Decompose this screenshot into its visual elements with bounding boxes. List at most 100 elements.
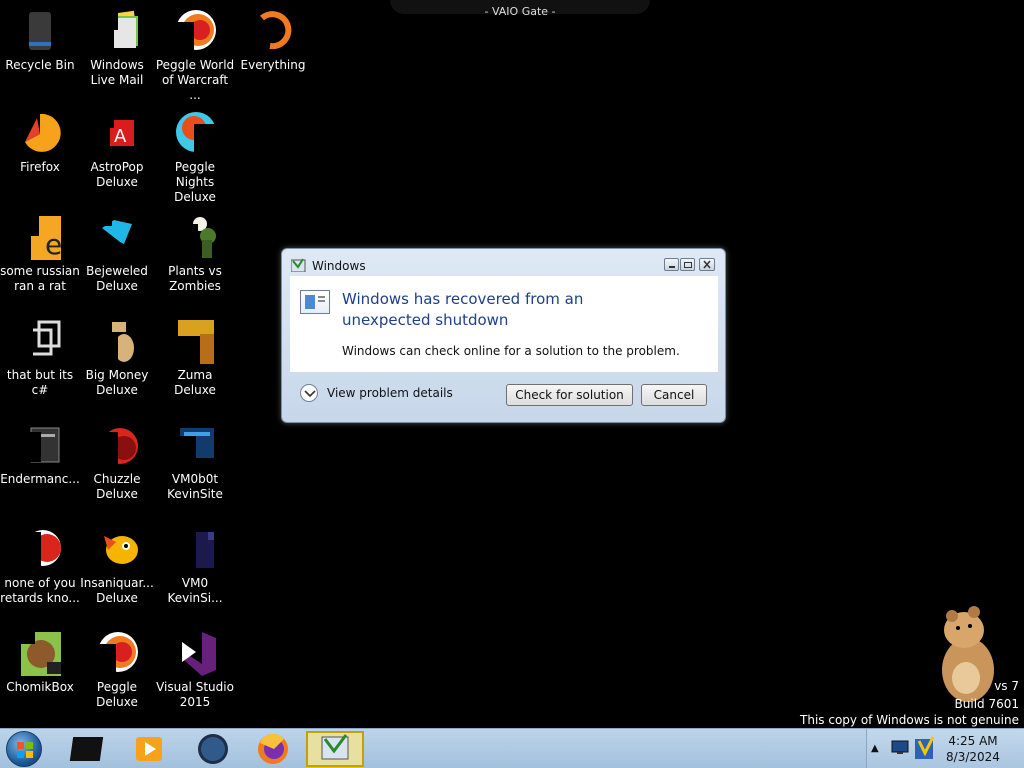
dialog-heading: Windows has recovered from an unexpected… — [342, 290, 584, 329]
view-details-link[interactable]: View problem details — [327, 386, 453, 400]
desktop-icon-label: Bejeweled Deluxe — [86, 264, 148, 293]
desktop-icon-red-app[interactable]: none of you retards kno... — [0, 526, 80, 606]
chomikbox-icon — [17, 630, 63, 676]
bejeweled-icon — [94, 214, 140, 260]
desktop-icon-peggle-nights[interactable]: Peggle Nights Deluxe — [155, 110, 235, 205]
desktop-icon-chomikbox[interactable]: ChomikBox — [0, 630, 80, 695]
windows-error-icon — [290, 257, 307, 273]
cancel-button[interactable]: Cancel — [641, 384, 707, 406]
desktop-icon-label: Endermanc... — [0, 472, 80, 486]
desktop-icon-label: VM0 KevinSi... — [167, 576, 223, 605]
desktop-icon-copy-files[interactable]: that but its c# — [0, 318, 80, 398]
window-title: - VAIO Gate - — [484, 5, 556, 18]
desktop-icon-label: none of you retards kno... — [0, 576, 80, 605]
start-button[interactable] — [6, 731, 42, 767]
vm0b0t-icon — [172, 422, 218, 468]
watermark-genuine-notice: This copy of Windows is not genuine — [800, 713, 1019, 727]
visual-studio-icon — [172, 630, 218, 676]
desktop-icon-label: Visual Studio 2015 — [156, 680, 234, 709]
window-title-bar: - VAIO Gate - — [390, 0, 650, 18]
desktop-icon-bejeweled[interactable]: Bejeweled Deluxe — [77, 214, 157, 294]
watermark-version: vs 7 — [994, 679, 1019, 693]
zuma-icon — [172, 318, 218, 364]
windows-live-mail-icon — [94, 8, 140, 54]
desktop-icon-russian-app[interactable]: e some russian ran a rat — [0, 214, 80, 294]
desktop-icon-label: Peggle Deluxe — [96, 680, 138, 709]
peggle-nights-icon — [172, 110, 218, 156]
desktop-icon-vm0b0t[interactable]: VM0b0t KevinSite — [155, 422, 235, 502]
recovery-dialog: Windows Windows has recovered from an un… — [281, 248, 726, 423]
desktop-icon-label: Big Money Deluxe — [85, 368, 149, 397]
desktop-icon-insaniquarium[interactable]: Insaniquar... Deluxe — [77, 526, 157, 606]
watermark-build: Build 7601 — [954, 697, 1019, 711]
svg-text:A: A — [114, 126, 127, 147]
desktop-icon-firefox[interactable]: Firefox — [0, 110, 80, 175]
desktop-icon-everything[interactable]: Everything — [233, 8, 313, 73]
chuzzle-icon — [94, 422, 140, 468]
copy-files-icon — [17, 318, 63, 364]
endermanch-icon — [17, 422, 63, 468]
close-button[interactable] — [699, 258, 715, 271]
check-for-solution-button[interactable]: Check for solution — [506, 384, 633, 406]
desktop-icon-peggle-wow[interactable]: Peggle World of Warcraft ... — [155, 8, 235, 103]
taskbar-app-1[interactable] — [60, 731, 118, 767]
dialog-content: Windows has recovered from an unexpected… — [290, 276, 718, 372]
desktop-icon-big-money[interactable]: Big Money Deluxe — [77, 318, 157, 398]
desktop-icon-label: Everything — [240, 58, 306, 72]
minimize-button[interactable] — [664, 258, 679, 271]
chevron-down-icon[interactable] — [300, 384, 318, 402]
chevron-up-icon[interactable]: ▲ — [871, 743, 879, 754]
desktop-icon-label: VM0b0t KevinSite — [167, 472, 223, 501]
desktop-icon-astropop[interactable]: A AstroPop Deluxe — [77, 110, 157, 190]
desktop-icon-chuzzle[interactable]: Chuzzle Deluxe — [77, 422, 157, 502]
dialog-footer: View problem details Check for solution … — [290, 373, 718, 417]
desktop-icon-plants-vs-zombies[interactable]: Plants vs Zombies — [155, 214, 235, 294]
desktop-icon-peggle-deluxe[interactable]: Peggle Deluxe — [77, 630, 157, 710]
peggle-deluxe-icon — [94, 630, 140, 676]
peggle-wow-icon — [172, 8, 218, 54]
desktop-icon-windows-live-mail[interactable]: Windows Live Mail — [77, 8, 157, 88]
desktop-icon-zuma[interactable]: Zuma Deluxe — [155, 318, 235, 398]
desktop-icon-label: AstroPop Deluxe — [90, 160, 144, 189]
desktop-icon-endermanch[interactable]: Endermanc... — [0, 422, 80, 487]
everything-icon — [250, 8, 296, 54]
astropop-icon: A — [94, 110, 140, 156]
dialog-titlebar[interactable]: Windows — [282, 249, 725, 275]
plants-vs-zombies-icon — [172, 214, 218, 260]
russian-app-icon: e — [17, 214, 63, 261]
desktop-icon-visual-studio[interactable]: Visual Studio 2015 — [155, 630, 235, 710]
vm0-icon — [172, 526, 218, 572]
desktop-icon-label: Plants vs Zombies — [168, 264, 222, 293]
taskbar-media-player[interactable] — [120, 731, 178, 767]
taskbar-globe-app[interactable] — [184, 731, 242, 767]
red-app-icon — [17, 526, 63, 572]
desktop-icon-label: Recycle Bin — [5, 58, 75, 72]
taskbar-firefox[interactable] — [244, 731, 302, 767]
clock-time: 4:25 AM — [948, 734, 998, 748]
taskbar-clock[interactable]: 4:25 AM 8/3/2024 — [940, 733, 1006, 765]
desktop-icon-label: Peggle Nights Deluxe — [174, 160, 216, 204]
system-report-icon — [300, 290, 330, 314]
big-money-icon — [94, 318, 140, 364]
dialog-message: Windows can check online for a solution … — [342, 344, 680, 358]
desktop-icon-vm0[interactable]: VM0 KevinSi... — [155, 526, 235, 606]
firefox-icon — [17, 110, 63, 156]
desktop-icon-label: Zuma Deluxe — [174, 368, 216, 397]
desktop-icon-label: Windows Live Mail — [90, 58, 144, 87]
network-icon[interactable] — [891, 739, 909, 755]
desktop-icon-label: Firefox — [20, 160, 60, 174]
maximize-button[interactable] — [680, 258, 695, 271]
desktop-icon-label: ChomikBox — [6, 680, 74, 694]
insaniquarium-icon — [94, 526, 140, 572]
taskbar: ▲ 4:25 AM 8/3/2024 — [0, 728, 1024, 768]
svg-text:e: e — [45, 228, 62, 260]
dialog-title: Windows — [312, 259, 366, 273]
taskbar-error-reporting[interactable] — [306, 731, 364, 767]
action-center-icon[interactable] — [913, 733, 937, 763]
desktop-icon-label: Chuzzle Deluxe — [93, 472, 141, 501]
clock-date: 8/3/2024 — [946, 750, 1000, 764]
recycle-bin-icon — [17, 8, 63, 54]
desktop-icon-recycle-bin[interactable]: Recycle Bin — [0, 8, 80, 73]
desktop-icon-label: Peggle World of Warcraft ... — [155, 58, 235, 102]
desktop-icon-label: Insaniquar... Deluxe — [80, 576, 154, 605]
